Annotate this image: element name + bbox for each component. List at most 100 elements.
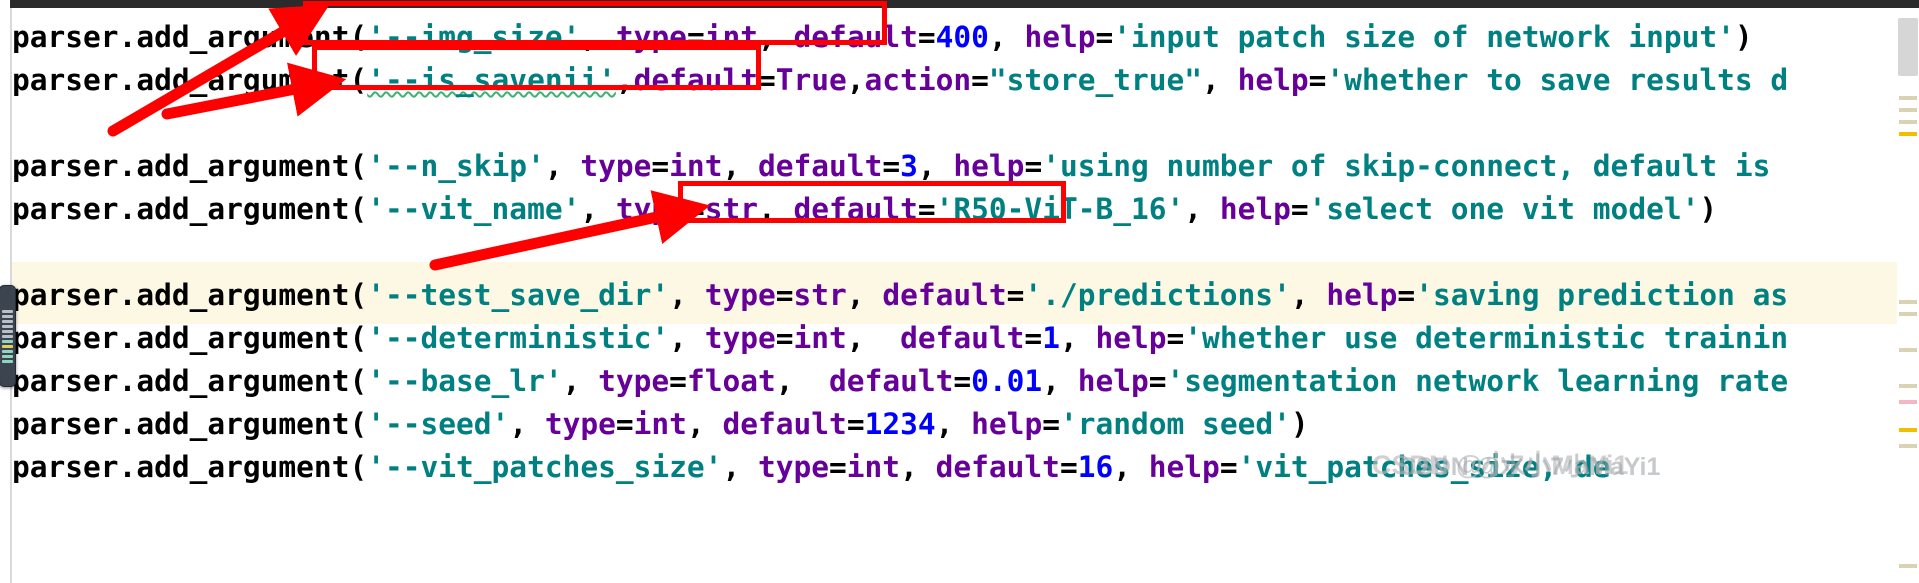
gutter-bar-green [2,354,13,358]
scrollbar-stripe[interactable] [1899,108,1917,112]
code-token: 1 [1042,321,1060,355]
vertical-scrollbar[interactable] [1897,8,1919,583]
code-token: , [580,192,616,226]
code-token: = [1290,192,1309,226]
scrollbar-stripe[interactable] [1899,400,1917,404]
code-token: str [793,278,847,312]
scrollbar-stripe[interactable] [1899,384,1917,388]
gutter-bar-green [2,339,13,343]
scrollbar-stripe[interactable] [1899,312,1917,316]
line-vit-patches-size[interactable]: parser.add_argument('--vit_patches_size'… [12,446,1611,489]
watermark-secondary: CSDN @水小7小MaYi1 [1398,453,1661,481]
gutter-bar-green [2,349,13,353]
scrollbar-stripe[interactable] [1899,428,1917,432]
scrollbar-stripe[interactable] [1899,444,1917,448]
code-token: = [775,321,794,355]
code-token: = [1219,450,1238,484]
code-token: = [1166,321,1185,355]
code-token: type [615,192,687,226]
top-strip-left-gap [0,0,10,8]
code-token: , [722,450,758,484]
code-token: = [882,149,901,183]
code-token: ) [1699,192,1718,226]
code-token: 'select one vit model' [1308,192,1700,226]
code-token: 'segmentation network learning rate [1166,364,1789,398]
code-token: type [598,364,670,398]
code-token: , [775,364,830,398]
code-token: '--n_skip' [367,149,545,183]
code-token: 16 [1077,450,1114,484]
gutter-fold-marker[interactable] [0,285,16,387]
code-token: parser.add_argument [12,407,350,441]
gutter-bar [2,319,13,323]
code-token: help [1077,364,1149,398]
code-token: '--vit_patches_size' [367,450,723,484]
code-token: , [1042,364,1078,398]
code-token: 3 [900,149,918,183]
window-top-strip [0,0,1919,8]
code-token: = [651,149,670,183]
line-deterministic[interactable]: parser.add_argument('--deterministic', t… [12,317,1788,360]
line-is-savenii[interactable]: parser.add_argument('--is_savenii',defau… [12,59,1788,102]
code-token: ( [349,149,368,183]
code-text-area[interactable]: parser.add_argument('--img_size', type=i… [12,8,1912,583]
code-token: parser.add_argument [12,20,350,54]
box-vit-name-default [678,181,1066,223]
code-token: int [846,450,901,484]
code-token: = [669,364,687,398]
code-token: './predictions' [1024,278,1291,312]
code-token: '--base_lr' [367,364,563,398]
code-token: "store_true" [988,63,1203,97]
code-token: default [882,278,1007,312]
gutter-bar [2,309,13,313]
code-token: , [1184,192,1220,226]
code-token: parser.add_argument [12,278,350,312]
scrollbar-stripe[interactable] [1899,348,1917,352]
code-token: = [1148,364,1167,398]
code-token: ( [349,321,368,355]
code-token: 'using number of skip-connect, default i… [1042,149,1771,183]
code-token: int [669,149,723,183]
code-token: , [988,20,1025,54]
line-seed[interactable]: parser.add_argument('--seed', type=int, … [12,403,1309,446]
code-token: ) [1734,20,1753,54]
code-token: , [917,149,954,183]
code-token: parser.add_argument [12,364,350,398]
code-token: = [1024,149,1043,183]
scrollbar-thumb[interactable] [1898,18,1918,76]
code-token: , [846,63,865,97]
code-token: default [829,364,954,398]
code-token: '--seed' [367,407,510,441]
code-token: float [686,364,776,398]
code-token: 'whether to save results d [1326,63,1789,97]
code-token: 'saving prediction as [1415,278,1789,312]
code-token: , [846,321,901,355]
gutter-bar [2,334,13,338]
code-token: = [1308,63,1327,97]
code-token: = [1006,278,1025,312]
line-base-lr[interactable]: parser.add_argument('--base_lr', type=fl… [12,360,1788,403]
scrollbar-stripe[interactable] [1899,120,1917,124]
code-token: help [953,149,1025,183]
code-token: parser.add_argument [12,192,350,226]
scrollbar-stripe[interactable] [1899,132,1917,136]
line-test-save-dir[interactable]: parser.add_argument('--test_save_dir', t… [12,274,1788,317]
code-token: default [758,149,883,183]
code-token: type [580,149,652,183]
scrollbar-stripe[interactable] [1899,96,1917,100]
gutter-bar-yellow [2,344,13,348]
scrollbar-stripe[interactable] [1899,300,1917,304]
code-token: = [829,450,847,484]
code-token: , [900,450,936,484]
code-editor[interactable]: parser.add_argument('--img_size', type=i… [0,0,1919,583]
code-token: 1234 [864,407,936,441]
code-token: ( [349,192,368,226]
code-token: , [1202,63,1238,97]
code-token: default [900,321,1025,355]
code-token: default [722,407,847,441]
code-token: , [544,149,581,183]
code-token: = [1059,450,1078,484]
code-token: = [1095,20,1114,54]
code-token: type [704,321,776,355]
scrollbar-stripe[interactable] [1899,564,1917,568]
